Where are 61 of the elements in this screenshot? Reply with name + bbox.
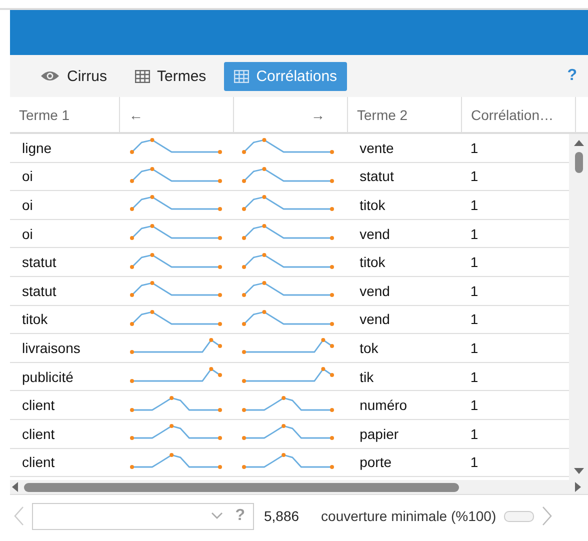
table-cell: vend	[360, 282, 390, 299]
table-cell: 1	[470, 226, 478, 242]
table-cell: porte	[360, 454, 392, 470]
table-cell: ligne	[22, 140, 52, 156]
table-cell: 1	[470, 368, 478, 385]
table-cell: 1	[470, 196, 478, 213]
table-cell: oi	[22, 168, 33, 184]
chevron-down-icon	[211, 512, 224, 520]
tab[interactable]: Termes	[125, 62, 216, 90]
table-cell: 1	[470, 168, 478, 184]
help-button[interactable]: ?	[567, 67, 577, 85]
table-cell: client	[22, 426, 55, 442]
tab[interactable]: Cirrus	[30, 62, 117, 90]
table-cell: titok	[360, 254, 386, 270]
next-icon[interactable]	[542, 506, 552, 526]
table-cell: 1	[470, 340, 478, 356]
table-cell: vend	[360, 311, 390, 328]
table-cell: 1	[470, 282, 478, 299]
table-cell: 1	[470, 311, 478, 328]
column-header[interactable]: Corrélation…	[462, 97, 576, 132]
count-label: 5,886	[264, 508, 300, 524]
previous-icon[interactable]	[14, 506, 24, 526]
table-cell: tok	[360, 340, 378, 356]
table-cell: livraisons	[22, 340, 80, 356]
column-header[interactable]: Terme 1	[10, 97, 120, 132]
table-cell: 1	[470, 397, 478, 414]
table-cell: vente	[360, 140, 394, 156]
table-cell: statut	[360, 168, 394, 184]
table-cell: client	[22, 397, 55, 414]
table-cell: tik	[360, 368, 374, 385]
coverage-label: couverture minimale (%100)	[321, 508, 496, 524]
table-cell: papier	[360, 426, 399, 442]
table-cell: vend	[360, 226, 390, 242]
tab[interactable]: Corrélations	[224, 62, 348, 90]
table-cell: client	[22, 454, 55, 470]
scroll-thumb[interactable]	[574, 152, 582, 173]
table-cell: titok	[360, 196, 386, 213]
table-cell: titok	[22, 311, 48, 328]
grid-icon	[234, 70, 250, 82]
table-cell: statut	[22, 254, 56, 270]
grid-icon	[135, 70, 150, 82]
column-header[interactable]: ←	[120, 97, 234, 132]
column-header[interactable]: →	[234, 97, 348, 132]
scroll-right-icon[interactable]	[575, 482, 581, 492]
scroll-up-icon[interactable]	[574, 140, 584, 146]
table-cell: 1	[470, 426, 478, 442]
table-cell: oi	[22, 196, 33, 213]
table-cell: statut	[22, 282, 56, 299]
table-cell: 1	[470, 254, 478, 270]
eye-icon	[40, 70, 60, 82]
table-cell: publicité	[22, 368, 74, 385]
vertical-scrollbar[interactable]	[569, 134, 588, 480]
scroll-left-icon[interactable]	[12, 482, 18, 492]
scroll-thumb[interactable]	[24, 482, 459, 492]
table-cell: 1	[470, 140, 478, 156]
table-cell: oi	[22, 226, 33, 242]
table-cell: numéro	[360, 397, 408, 414]
horizontal-scrollbar[interactable]	[10, 480, 588, 495]
scroll-down-icon[interactable]	[574, 468, 584, 474]
column-header[interactable]: Terme 2	[348, 97, 462, 132]
table-cell: 1	[470, 454, 478, 470]
